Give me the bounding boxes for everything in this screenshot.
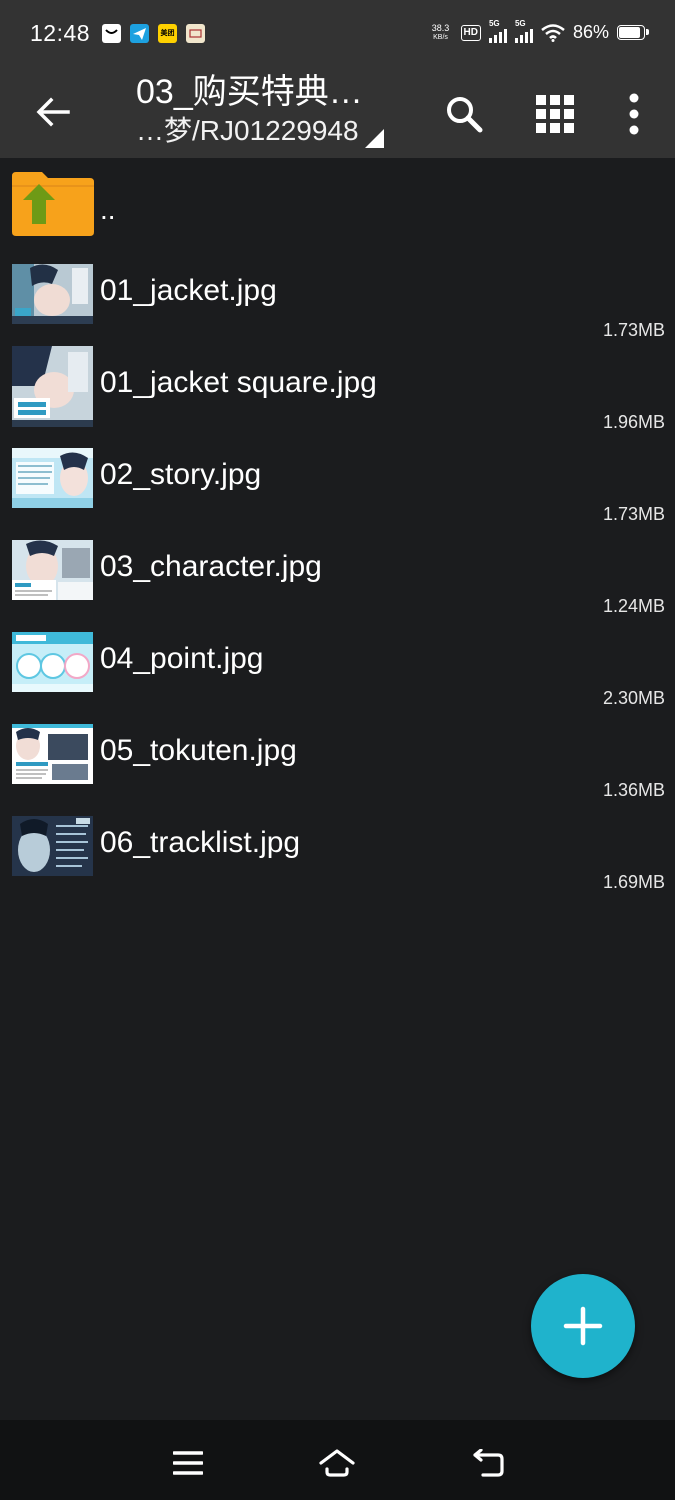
network-speed-unit: KB/s (433, 33, 448, 41)
image-thumbnail (12, 264, 93, 324)
notification-icons: 美团 (102, 24, 205, 43)
nav-back-button[interactable] (463, 1438, 513, 1488)
meituan-icon: 美团 (158, 24, 177, 43)
more-options-button[interactable] (606, 84, 662, 144)
signal-1-label: 5G (488, 18, 500, 28)
home-icon (319, 1449, 355, 1477)
grid-view-button[interactable] (527, 84, 583, 144)
message-icon (102, 24, 121, 43)
status-time: 12:48 (30, 20, 91, 46)
wifi-icon (541, 23, 565, 42)
network-speed-value: 38.3 (431, 22, 450, 33)
nav-menu-button[interactable] (163, 1438, 213, 1488)
battery-level (619, 27, 640, 38)
network-speed: 38.3 KB/s (429, 23, 453, 43)
grid-view-icon (536, 95, 574, 133)
file-name: 02_story.jpg (100, 458, 262, 491)
file-list: .. 01_jacket.jpg 1.73MB 01_jacket square… (0, 158, 675, 902)
add-button[interactable] (531, 1274, 635, 1378)
file-name: 01_jacket.jpg (100, 274, 277, 307)
file-size: 1.69MB (602, 872, 665, 892)
image-thumbnail (12, 346, 93, 427)
file-name: 06_tracklist.jpg (100, 826, 301, 859)
folder-path-text: …梦/RJ01229948 (136, 115, 359, 146)
signal-2-icon: 5G (514, 19, 533, 43)
menu-icon (173, 1451, 203, 1475)
back-arrow-icon (36, 97, 70, 127)
paper-plane-icon (130, 24, 149, 43)
path-dropdown-icon (364, 129, 384, 148)
file-name: 03_character.jpg (100, 550, 322, 583)
file-row[interactable]: 05_tokuten.jpg 1.36MB (0, 718, 675, 810)
file-row[interactable]: 02_story.jpg 1.73MB (0, 442, 675, 534)
image-thumbnail (12, 816, 93, 876)
search-icon (447, 97, 483, 133)
back-icon (473, 1449, 504, 1477)
image-thumbnail (12, 448, 93, 508)
file-size: 1.73MB (602, 504, 665, 524)
folder-path[interactable]: …梦/RJ01229948 (136, 112, 384, 150)
search-button[interactable] (436, 84, 492, 144)
parent-folder-icon (12, 172, 94, 236)
status-bar: 12:48 美团 38.3 KB/s HD 5G 5G 86% (0, 0, 675, 68)
file-row[interactable]: 04_point.jpg 2.30MB (0, 626, 675, 718)
file-name: 01_jacket square.jpg (100, 366, 377, 399)
system-nav-bar (0, 1420, 675, 1500)
image-thumbnail (12, 540, 93, 600)
file-size: 1.73MB (602, 320, 665, 340)
signal-1-icon: 5G (488, 19, 507, 43)
card-icon (186, 24, 205, 43)
nav-home-button[interactable] (312, 1438, 362, 1488)
image-thumbnail (12, 724, 93, 784)
file-size: 1.36MB (602, 780, 665, 800)
more-vert-icon (629, 93, 639, 135)
file-size: 2.30MB (602, 688, 665, 708)
back-button[interactable] (28, 82, 78, 142)
folder-title: 03_购买特典… (136, 73, 363, 111)
file-name: 05_tokuten.jpg (100, 734, 297, 767)
battery-percent: 86% (572, 22, 609, 42)
app-bar: 03_购买特典… …梦/RJ01229948 (0, 68, 675, 158)
file-size: 1.96MB (602, 412, 665, 432)
file-size: 1.24MB (602, 596, 665, 616)
parent-folder-label: .. (100, 194, 116, 225)
file-name: 04_point.jpg (100, 642, 264, 675)
folder-title-block[interactable]: 03_购买特典… …梦/RJ01229948 (136, 72, 384, 150)
image-thumbnail (12, 632, 93, 692)
hd-voice-badge: HD (460, 24, 481, 41)
status-indicators: 38.3 KB/s HD 5G 5G 86% (429, 19, 649, 43)
file-row[interactable]: 06_tracklist.jpg 1.69MB (0, 810, 675, 902)
signal-2-label: 5G (514, 18, 526, 28)
file-row[interactable]: 03_character.jpg 1.24MB (0, 534, 675, 626)
battery-icon (617, 25, 649, 40)
plus-icon (563, 1306, 603, 1346)
parent-folder-row[interactable]: .. (0, 158, 675, 258)
file-row[interactable]: 01_jacket square.jpg 1.96MB (0, 346, 675, 442)
file-row[interactable]: 01_jacket.jpg 1.73MB (0, 258, 675, 350)
